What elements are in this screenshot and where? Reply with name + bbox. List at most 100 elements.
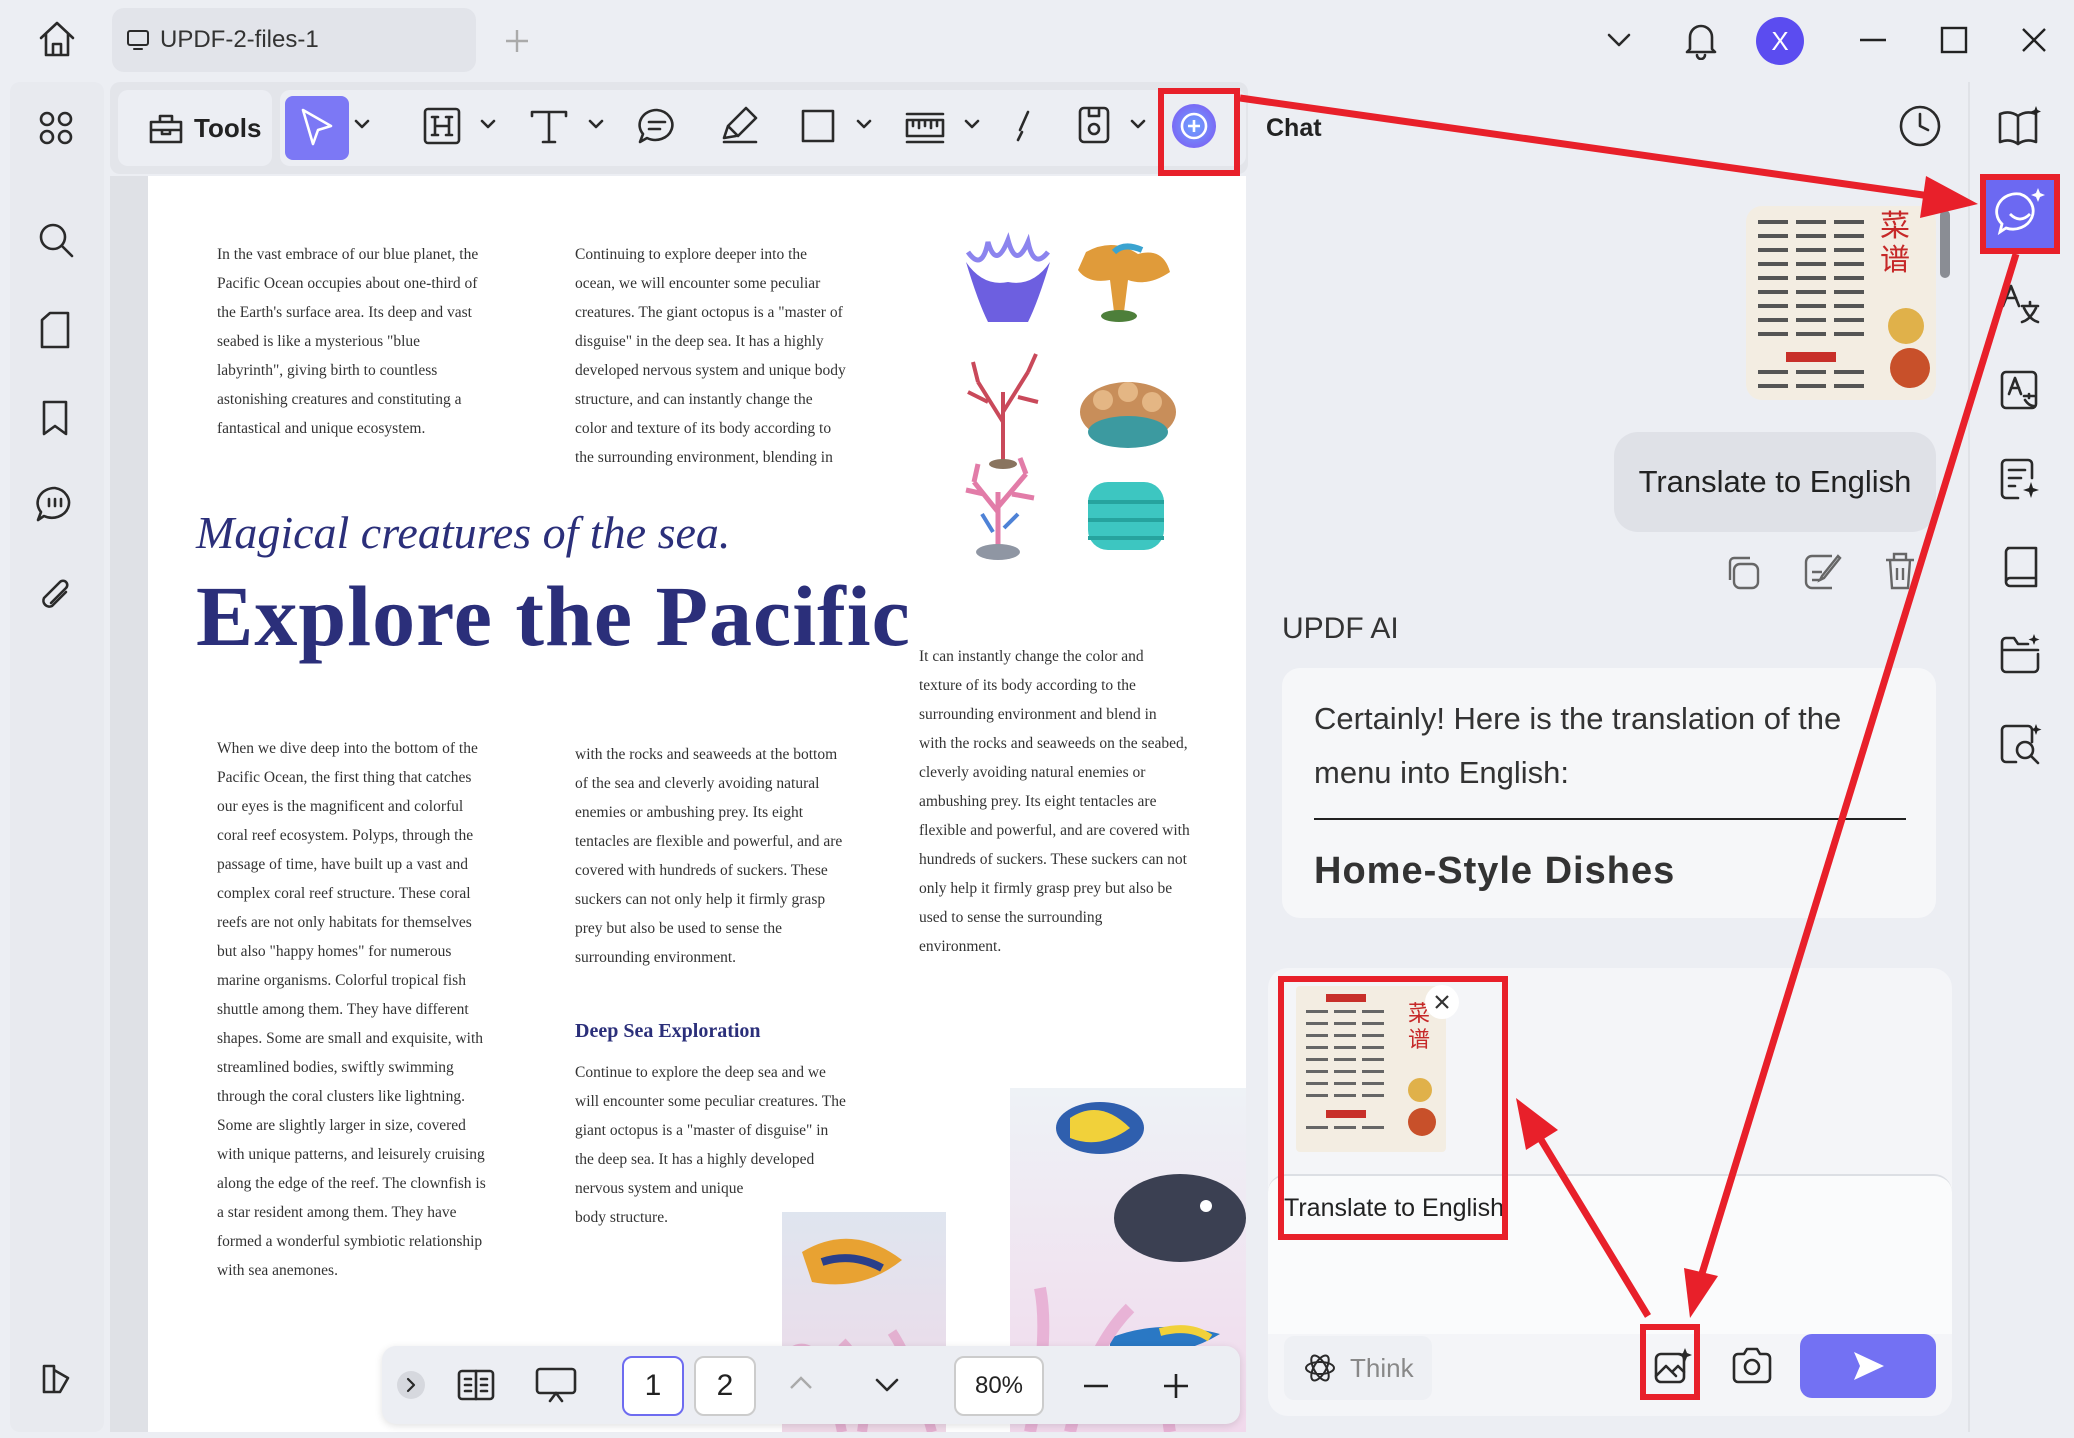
send-button[interactable] [1800, 1334, 1936, 1398]
left-sidebar [10, 82, 104, 1432]
text-line: the deep sea. It has a highly developed [575, 1151, 815, 1168]
stamp-icon[interactable] [1076, 104, 1112, 146]
screenshot-camera-icon[interactable] [1730, 1344, 1774, 1386]
highlight-attached-image [1278, 976, 1508, 1240]
text-line: with sea anemones. [217, 1262, 338, 1279]
text-icon[interactable] [528, 106, 570, 146]
think-toggle[interactable]: Think [1284, 1336, 1432, 1400]
highlight-ai-toolbar-button [1158, 88, 1240, 176]
page-1-button[interactable]: 1 [622, 1356, 684, 1416]
heading-icon[interactable] [422, 106, 462, 146]
text-line: fantastical and unique ecosystem. [217, 420, 426, 437]
translate-document-icon[interactable] [1998, 368, 2040, 412]
text-line: ambushing prey. Its eight tentacles are [919, 793, 1157, 810]
tab-title: UPDF-2-files-1 [160, 26, 319, 53]
translate-icon[interactable] [2000, 282, 2040, 326]
text-line: reefs are not only habitats for themselv… [217, 914, 472, 931]
search-icon[interactable] [36, 220, 76, 260]
highlight-image-upload [1640, 1324, 1700, 1400]
think-label: Think [1350, 1352, 1414, 1383]
comment-bubble-icon[interactable] [636, 106, 678, 146]
chevron-down-icon[interactable] [1130, 118, 1146, 130]
text-line: marine organisms. Colorful tropical fish [217, 972, 466, 989]
presentation-icon[interactable] [534, 1366, 578, 1404]
text-line: labyrinth", giving birth to countless [217, 362, 438, 379]
tools-button[interactable]: Tools [118, 90, 272, 166]
copy-icon[interactable] [1722, 552, 1762, 592]
zoom-in-icon[interactable] [1162, 1372, 1190, 1400]
text-line: will encounter some peculiar creatures. … [575, 1093, 846, 1110]
text-line: creatures. The giant octopus is a "maste… [575, 304, 843, 321]
page-up-icon[interactable] [788, 1374, 814, 1392]
history-clock-icon[interactable] [1898, 104, 1942, 148]
chevron-down-icon[interactable] [354, 118, 370, 130]
chat-scrollbar[interactable] [1940, 210, 1950, 278]
zoom-level[interactable]: 80% [954, 1356, 1044, 1416]
text-line: structure, and can instantly change the [575, 391, 813, 408]
cursor-icon [301, 108, 333, 146]
reader-book-icon[interactable] [2000, 544, 2040, 588]
bookmark-icon[interactable] [40, 398, 70, 438]
page-icon[interactable] [38, 310, 72, 350]
thumbnails-grid-icon[interactable] [38, 110, 74, 146]
text-line: with the rocks and seaweeds on the seabe… [919, 735, 1188, 752]
minimize-icon[interactable] [1858, 38, 1888, 42]
expand-chevron-icon[interactable] [396, 1370, 426, 1400]
atom-icon [1305, 1354, 1335, 1382]
highlighter-pen-icon[interactable] [720, 104, 760, 146]
annotation-tool-group [280, 90, 1140, 166]
text-line: used to sense the surrounding [919, 909, 1103, 926]
home-icon[interactable] [36, 18, 78, 60]
text-line: developed nervous system and unique body [575, 362, 846, 379]
comment-icon[interactable] [34, 484, 76, 524]
page-layout-icon[interactable] [456, 1368, 496, 1402]
text-line: Continue to explore the deep sea and we [575, 1064, 826, 1081]
zoom-out-icon[interactable] [1082, 1384, 1110, 1388]
summarize-icon[interactable] [1998, 456, 2040, 502]
chevron-down-icon[interactable] [588, 118, 604, 130]
text-line: coral reef ecosystem. Polyps, through th… [217, 827, 474, 844]
search-document-icon[interactable] [1998, 722, 2042, 766]
document-tab[interactable]: UPDF-2-files-1 [112, 8, 476, 72]
ai-response-heading: Home-Style Dishes [1314, 850, 1676, 892]
text-line: suckers can not only help it firmly gras… [575, 891, 826, 908]
text-line: shuttle among them. They have different [217, 1001, 469, 1018]
page-2-button[interactable]: 2 [694, 1356, 756, 1416]
chevron-down-icon[interactable] [856, 118, 872, 130]
folder-sparkle-icon[interactable] [1998, 632, 2042, 676]
menu-image-title: 菜谱 [1880, 209, 1910, 278]
text-line: our eyes is the magnificent and colorful [217, 798, 464, 815]
text-line: along the edge of the reef. The clownfis… [217, 1175, 486, 1192]
signature-icon[interactable] [1014, 106, 1034, 148]
text-line: ocean, we will encounter some peculiar [575, 275, 821, 292]
close-window-icon[interactable] [2020, 26, 2048, 54]
text-line: disguise" in the deep sea. It has a high… [575, 333, 824, 350]
chevron-down-icon[interactable] [480, 118, 496, 130]
text-line: with the rocks and seaweeds at the botto… [575, 746, 838, 763]
bell-icon[interactable] [1682, 20, 1720, 60]
text-line: shapes. Some are small and exquisite, wi… [217, 1030, 484, 1047]
edit-icon[interactable] [1802, 552, 1844, 592]
text-line: only help it firmly grasp prey but also … [919, 880, 1173, 897]
chevron-down-icon[interactable] [964, 118, 980, 130]
document-gutter [110, 176, 148, 1432]
book-sparkle-icon[interactable] [1996, 104, 2042, 148]
text-line: color and texture of its body according … [575, 420, 832, 437]
page-down-icon[interactable] [874, 1376, 900, 1394]
text-line: of the sea and cleverly avoiding natural [575, 775, 820, 792]
attachment-icon[interactable] [38, 574, 74, 616]
user-avatar[interactable]: X [1756, 17, 1804, 65]
new-tab-plus-icon[interactable] [502, 26, 532, 56]
measure-ruler-icon[interactable] [904, 108, 946, 146]
tools-label: Tools [194, 112, 262, 143]
maximize-icon[interactable] [1940, 26, 1968, 54]
doc-title: Explore the Pacific [196, 568, 911, 664]
text-line: tentacles are flexible and powerful, and… [575, 833, 843, 850]
deep-sea-heading: Deep Sea Exploration [575, 1020, 761, 1042]
text-line: It can instantly change the color and [919, 648, 1144, 665]
select-tool-button[interactable] [285, 96, 349, 160]
rectangle-shape-icon[interactable] [800, 108, 836, 144]
delete-trash-icon[interactable] [1882, 550, 1918, 592]
layers-icon[interactable] [38, 1360, 74, 1396]
chevron-down-icon[interactable] [1604, 28, 1634, 52]
